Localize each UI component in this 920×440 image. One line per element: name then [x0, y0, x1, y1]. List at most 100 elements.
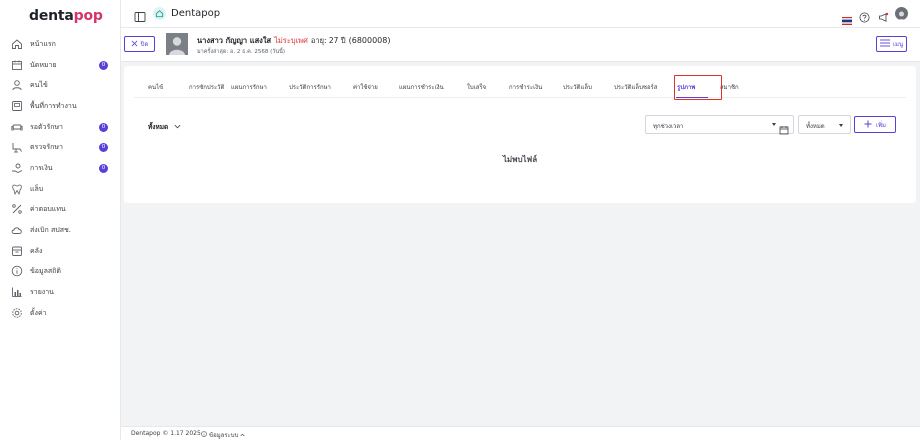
- patient-header: ปิด นางสาว กัญญา แสงใส ไม่ระบุเพศ อายุ: 27…: [121, 28, 920, 62]
- sidebar-item-label: การเงิน: [30, 163, 53, 172]
- sofa-icon: [11, 121, 23, 133]
- count-badge: 0: [99, 60, 108, 70]
- sidebar-item-label: พื้นที่การทำงาน: [30, 101, 77, 110]
- count-badge: 0: [99, 122, 108, 132]
- user-icon: [11, 79, 23, 91]
- sidebar-item-workspace[interactable]: พื้นที่การทำงาน: [0, 96, 121, 116]
- patient-name: นางสาว กัญญา แสงใส: [197, 36, 272, 45]
- sidebar-item-lab[interactable]: แล็บ: [0, 179, 121, 199]
- help-icon[interactable]: [859, 8, 870, 23]
- tab-lab-source-history[interactable]: ประวัติแล็บซอร์ส: [614, 76, 657, 98]
- sidebar-item-compensation[interactable]: ค่าตอบแทน: [0, 199, 121, 219]
- tab-payment-plan[interactable]: แผนการชำระเงิน: [399, 76, 444, 98]
- sidebar-item-label: แล็บ: [30, 184, 44, 193]
- date-range-value: ทุกช่วงเวลา: [653, 123, 684, 130]
- content-card: คนไข้ การซักประวัติ แผนการรักษา ประวัติก…: [124, 66, 916, 203]
- clinic-home-icon: [153, 7, 166, 20]
- app-title: Dentapop: [171, 8, 221, 19]
- add-button-label: เพิ่ม: [876, 121, 886, 129]
- tab-receipts[interactable]: ใบเสร็จ: [467, 76, 486, 98]
- sidebar-item-label: ตั้งค่า: [30, 308, 47, 317]
- patient-gender: ไม่ระบุเพศ: [274, 36, 308, 45]
- sidebar-item-label: รอตัวรักษา: [30, 122, 63, 131]
- bar-chart-icon: [11, 286, 23, 298]
- sidebar-item-patients[interactable]: คนไข้: [0, 75, 121, 95]
- sidebar-item-treatment[interactable]: ตรวจรักษา 0: [0, 137, 121, 157]
- sidebar-item-label: ค่าตอบแทน: [30, 204, 66, 213]
- tab-expenses[interactable]: ค่าใช้จ่าย: [353, 76, 378, 98]
- menu-button[interactable]: เมนู: [876, 36, 907, 52]
- tab-payments[interactable]: การชำระเงิน: [509, 76, 542, 98]
- home-icon: [11, 38, 23, 50]
- tab-members[interactable]: สมาชิก: [720, 76, 739, 98]
- sidebar-item-home[interactable]: หน้าแรก: [0, 34, 121, 54]
- sidebar-item-appointments[interactable]: นัดหมาย 0: [0, 55, 121, 75]
- sidebar-item-reports[interactable]: รายงาน: [0, 282, 121, 302]
- count-badge: 0: [99, 142, 108, 152]
- patient-id: (6800008): [348, 36, 391, 45]
- sidebar-item-inventory[interactable]: คลัง: [0, 241, 121, 261]
- category-filter[interactable]: ทั้งหมด: [148, 122, 181, 132]
- close-button[interactable]: ปิด: [124, 36, 155, 52]
- user-avatar[interactable]: [895, 7, 908, 20]
- patient-name-line: นางสาว กัญญา แสงใส ไม่ระบุเพศ อายุ: 27 ปี(…: [197, 35, 390, 47]
- sidebar-item-settings[interactable]: ตั้งค่า: [0, 303, 121, 323]
- sidebar-item-waiting[interactable]: รอตัวรักษา 0: [0, 117, 121, 137]
- sidebar-item-label: ข้อมูลสถิติ: [30, 266, 61, 275]
- active-tab-indicator: [676, 97, 708, 98]
- tooth-icon: [11, 183, 23, 195]
- patient-tabs: คนไข้ การซักประวัติ แผนการรักษา ประวัติก…: [134, 75, 906, 100]
- money-hand-icon: [11, 162, 23, 174]
- caret-down-icon: [839, 124, 843, 127]
- sidebar-item-label: คลัง: [30, 246, 43, 255]
- empty-state-message: ไม่พบไฟล์: [502, 155, 538, 164]
- workspace-icon: [11, 100, 23, 112]
- chevron-up-icon: [240, 432, 245, 439]
- cloud-icon: [11, 224, 23, 236]
- date-range-select[interactable]: ทุกช่วงเวลา: [645, 115, 794, 135]
- dental-chair-icon: [11, 141, 23, 153]
- caret-down-icon: [772, 123, 776, 126]
- tab-history-taking[interactable]: การซักประวัติ: [189, 76, 224, 98]
- count-badge: 0: [99, 163, 108, 173]
- calendar-icon: [11, 59, 23, 71]
- tab-treatment-plan[interactable]: แผนการรักษา: [231, 76, 267, 98]
- percent-icon: [11, 203, 23, 215]
- category-filter-label: ทั้งหมด: [148, 123, 169, 131]
- footer: Dentapop © 1.17 2025 ข้อมูลระบบ: [121, 426, 920, 440]
- info-circle-icon: [11, 265, 23, 277]
- tab-patient[interactable]: คนไข้: [148, 76, 163, 98]
- system-info-label: ข้อมูลระบบ: [209, 432, 239, 439]
- sidebar-item-nhso[interactable]: ส่งเบิก สปสช.: [0, 220, 121, 240]
- gear-icon: [11, 307, 23, 319]
- system-info-link[interactable]: ข้อมูลระบบ: [201, 430, 245, 440]
- sidebar-item-label: รายงาน: [30, 287, 54, 296]
- type-select[interactable]: ทั้งหมด: [798, 115, 851, 134]
- add-button[interactable]: เพิ่ม: [854, 116, 896, 133]
- copyright: Dentapop © 1.17 2025: [131, 430, 201, 437]
- logo[interactable]: dentapop: [29, 8, 103, 24]
- type-select-value: ทั้งหมด: [806, 123, 825, 130]
- hamburger-icon: [879, 39, 890, 49]
- tab-lab-history[interactable]: ประวัติแล็บ: [563, 76, 592, 98]
- close-icon: [131, 40, 138, 49]
- megaphone-icon[interactable]: [878, 8, 889, 22]
- tab-images[interactable]: รูปภาพ: [677, 76, 695, 98]
- plus-icon: [864, 120, 872, 130]
- sidebar-item-label: หน้าแรก: [30, 39, 56, 48]
- thai-flag-icon[interactable]: [842, 10, 852, 25]
- sidebar: dentapop หน้าแรก นัดหมาย 0 คนไข้ พื้นที่…: [0, 0, 121, 440]
- calendar-icon[interactable]: [779, 120, 789, 135]
- info-icon: [201, 431, 207, 439]
- sidebar-toggle-icon[interactable]: [134, 8, 146, 22]
- patient-avatar[interactable]: [166, 33, 188, 55]
- sidebar-item-label: นัดหมาย: [30, 60, 57, 69]
- patient-age: อายุ: 27 ปี: [310, 36, 346, 45]
- top-header: Dentapop: [121, 0, 920, 28]
- box-icon: [11, 245, 23, 257]
- tab-treatment-history[interactable]: ประวัติการรักษา: [289, 76, 331, 98]
- menu-button-label: เมนู: [892, 41, 904, 48]
- sidebar-item-statistics[interactable]: ข้อมูลสถิติ: [0, 261, 121, 281]
- sidebar-item-finance[interactable]: การเงิน 0: [0, 158, 121, 178]
- sidebar-item-label: ตรวจรักษา: [30, 142, 63, 151]
